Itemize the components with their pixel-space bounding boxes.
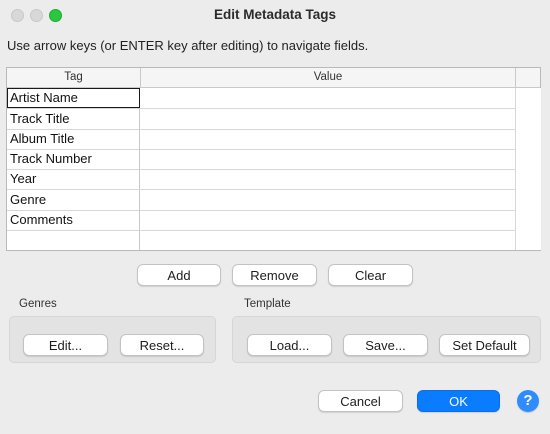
reset-genres-button[interactable]: Reset... bbox=[120, 334, 204, 356]
tag-cell[interactable]: Year bbox=[7, 169, 140, 189]
table-row[interactable]: Genre bbox=[7, 190, 515, 211]
tag-cell[interactable]: Comments bbox=[7, 210, 140, 230]
table-row[interactable] bbox=[7, 230, 515, 250]
value-cell[interactable] bbox=[141, 190, 515, 210]
genres-group-label: Genres bbox=[19, 298, 57, 310]
tag-cell[interactable] bbox=[7, 230, 140, 250]
column-header-value[interactable]: Value bbox=[141, 68, 516, 87]
cancel-button[interactable]: Cancel bbox=[318, 390, 403, 412]
value-cell[interactable] bbox=[141, 230, 515, 250]
table-row[interactable]: Track Title bbox=[7, 109, 515, 130]
tag-cell[interactable]: Track Number bbox=[7, 149, 140, 169]
set-default-button[interactable]: Set Default bbox=[439, 334, 530, 356]
table-row[interactable]: Album Title bbox=[7, 129, 515, 150]
minimize-window-button[interactable] bbox=[30, 9, 43, 22]
value-cell[interactable] bbox=[141, 129, 515, 149]
table-row[interactable]: Artist Name bbox=[7, 88, 515, 109]
table-header: Tag Value bbox=[7, 68, 540, 88]
column-header-tag[interactable]: Tag bbox=[7, 68, 141, 87]
value-cell[interactable] bbox=[141, 169, 515, 189]
value-cell[interactable] bbox=[141, 109, 515, 129]
tag-cell[interactable]: Album Title bbox=[7, 129, 140, 149]
instructions-text: Use arrow keys (or ENTER key after editi… bbox=[7, 38, 369, 53]
remove-button[interactable]: Remove bbox=[232, 264, 317, 286]
table-row[interactable]: Comments bbox=[7, 210, 515, 231]
edit-genres-button[interactable]: Edit... bbox=[23, 334, 108, 356]
tag-cell[interactable]: Artist Name bbox=[7, 88, 140, 108]
metadata-table: Tag Value Artist Name Track Title Album … bbox=[6, 67, 541, 251]
save-template-button[interactable]: Save... bbox=[343, 334, 428, 356]
tag-cell[interactable]: Track Title bbox=[7, 109, 140, 129]
load-template-button[interactable]: Load... bbox=[247, 334, 332, 356]
clear-button[interactable]: Clear bbox=[328, 264, 413, 286]
window-title: Edit Metadata Tags bbox=[213, 7, 337, 22]
table-scrollbar[interactable] bbox=[515, 88, 541, 250]
value-cell[interactable] bbox=[141, 88, 515, 108]
add-button[interactable]: Add bbox=[137, 264, 221, 286]
table-row[interactable]: Track Number bbox=[7, 149, 515, 170]
value-cell[interactable] bbox=[141, 149, 515, 169]
help-icon[interactable]: ? bbox=[517, 390, 539, 412]
table-row[interactable]: Year bbox=[7, 169, 515, 190]
tag-cell[interactable]: Genre bbox=[7, 190, 140, 210]
close-window-button[interactable] bbox=[11, 9, 24, 22]
template-group-label: Template bbox=[244, 298, 291, 310]
zoom-window-button[interactable] bbox=[49, 9, 62, 22]
value-cell[interactable] bbox=[141, 210, 515, 230]
ok-button[interactable]: OK bbox=[417, 390, 500, 412]
